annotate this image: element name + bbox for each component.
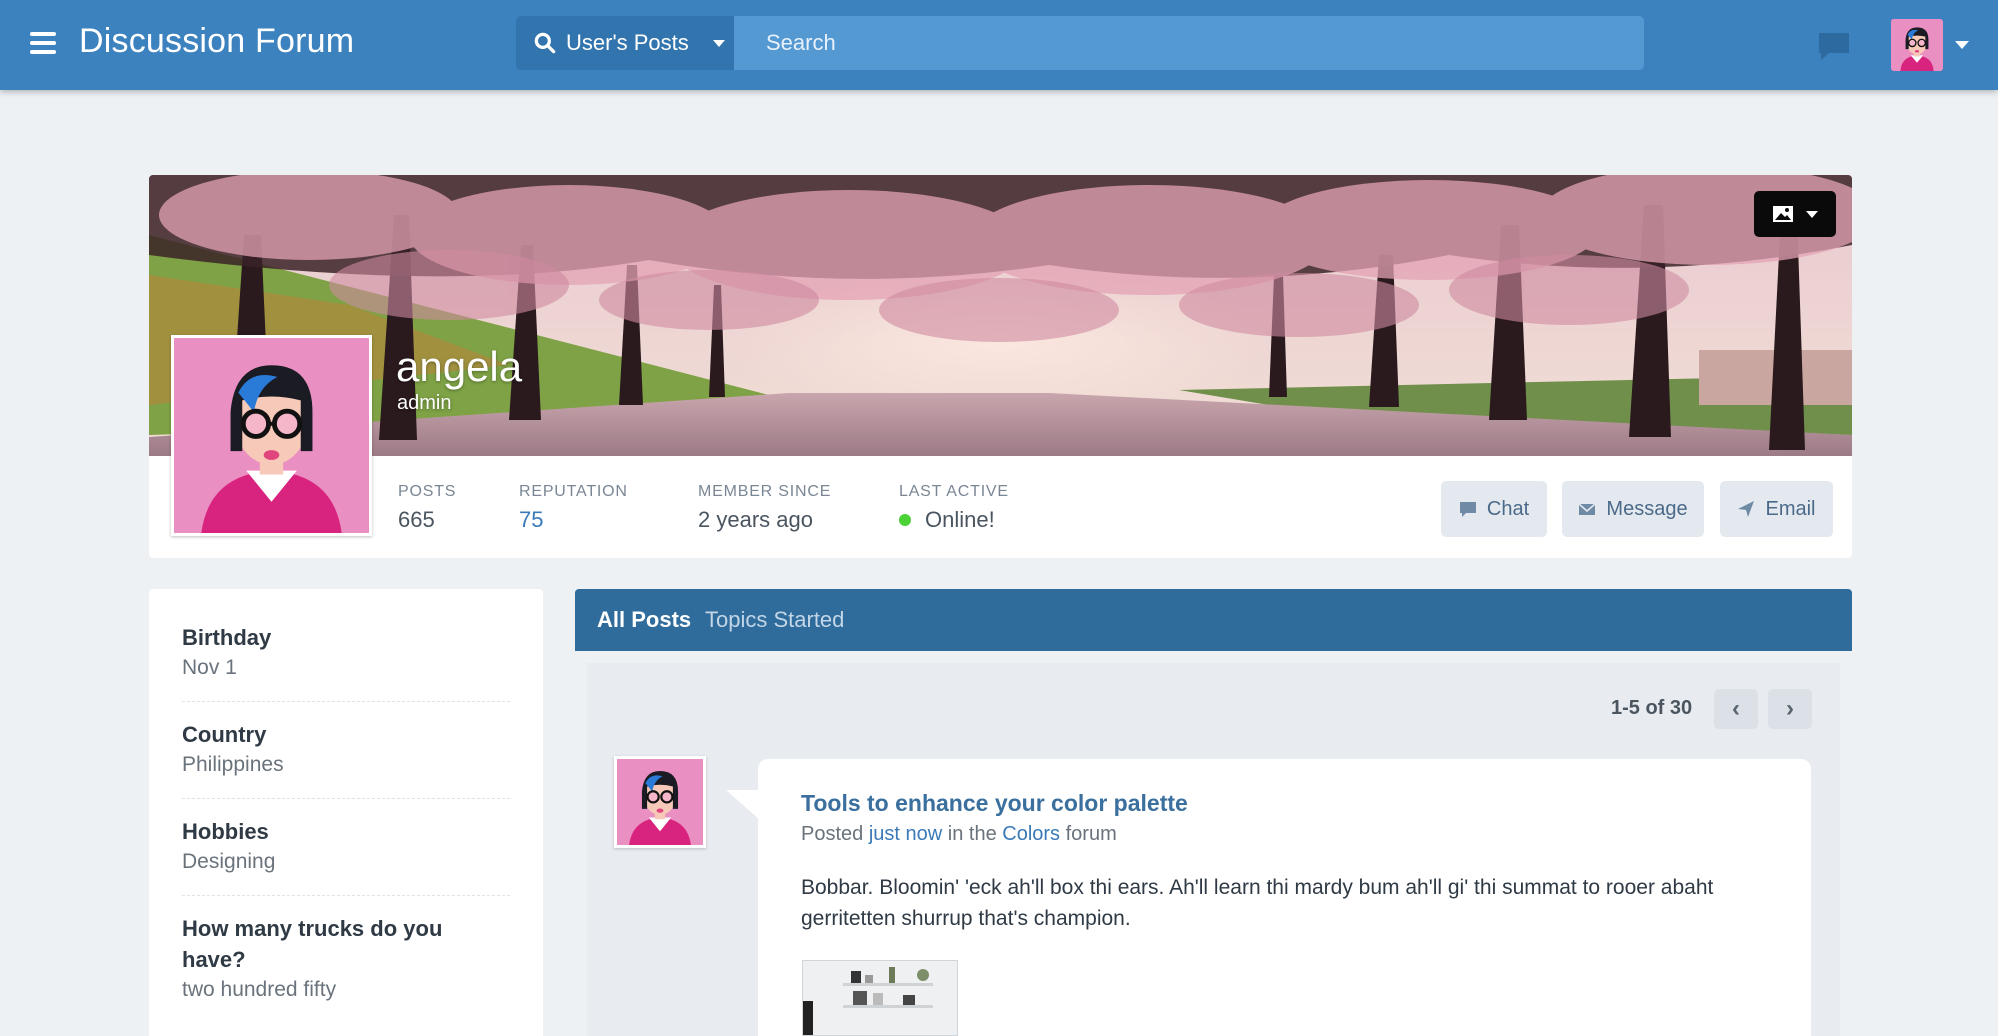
about-answer: Philippines <box>182 753 284 776</box>
about-item-birthday: Birthday Nov 1 <box>182 622 510 683</box>
post-meta-in: in the <box>947 823 997 845</box>
divider <box>182 798 510 799</box>
stat-reputation: REPUTATION 75 <box>519 483 628 533</box>
tab-topics-started[interactable]: Topics Started <box>705 607 844 633</box>
chevron-down-icon <box>712 39 725 47</box>
avatar-illustration <box>617 759 703 845</box>
stat-value-row: Online! <box>899 507 1009 533</box>
shelf-image <box>803 961 957 1035</box>
about-item-trucks: How many trucks do you have? two hundred… <box>182 913 452 1005</box>
stat-label: REPUTATION <box>519 483 628 500</box>
brand-title[interactable]: Discussion Forum <box>79 22 354 61</box>
pagination-text: 1-5 of 30 <box>1611 697 1693 719</box>
posts-tab-bar: All Posts Topics Started <box>575 589 1852 651</box>
stat-last-active: LAST ACTIVE Online! <box>899 483 1009 533</box>
message-button[interactable]: Message <box>1562 481 1704 537</box>
post-bubble-tail <box>726 790 760 820</box>
post-author-avatar[interactable] <box>614 756 706 848</box>
avatar-illustration <box>174 338 369 533</box>
about-question: How many trucks do you have? <box>182 916 443 972</box>
about-question: Country <box>182 722 267 747</box>
about-answer: two hundred fifty <box>182 978 337 1001</box>
post-body: Bobbar. Bloomin' 'eck ah'll box thi ears… <box>801 876 1714 930</box>
stat-member-since: MEMBER SINCE 2 years ago <box>698 483 831 533</box>
image-icon <box>1773 206 1793 222</box>
stat-posts: POSTS 665 <box>398 483 456 533</box>
post-meta-posted: Posted <box>801 823 864 845</box>
avatar-illustration <box>1891 19 1943 71</box>
about-answer: Nov 1 <box>182 656 237 679</box>
stat-value: 665 <box>398 507 435 532</box>
divider <box>182 701 510 702</box>
user-menu-caret-icon[interactable] <box>1955 41 1969 49</box>
email-button-label: Email <box>1765 497 1816 520</box>
about-answer: Designing <box>182 850 276 873</box>
profile-username: angela <box>396 343 523 390</box>
message-button-label: Message <box>1606 497 1688 520</box>
email-button[interactable]: Email <box>1720 481 1833 537</box>
search-scope-label: User's Posts <box>566 30 689 55</box>
change-cover-button[interactable] <box>1754 191 1836 237</box>
online-status-icon <box>899 514 911 526</box>
next-page-button[interactable]: › <box>1768 689 1812 729</box>
search-icon <box>534 32 556 54</box>
about-item-country: Country Philippines <box>182 719 510 780</box>
stat-label: LAST ACTIVE <box>899 483 1009 500</box>
post-meta: Posted just now in the Colors forum <box>801 823 1117 846</box>
profile-role: admin <box>397 392 452 414</box>
envelope-icon <box>1578 503 1596 515</box>
about-item-hobbies: Hobbies Designing <box>182 816 510 877</box>
post-time-link[interactable]: just now <box>869 823 942 845</box>
chat-bubble-icon[interactable] <box>1817 31 1851 61</box>
about-question: Hobbies <box>182 819 269 844</box>
chevron-down-icon <box>1806 210 1818 218</box>
search-scope-dropdown[interactable]: User's Posts <box>516 16 734 70</box>
send-icon <box>1738 501 1755 517</box>
post-image-thumbnail[interactable] <box>802 960 958 1036</box>
menu-icon[interactable] <box>30 32 56 54</box>
stat-label: MEMBER SINCE <box>698 483 832 500</box>
profile-card: angela admin POSTS 665 REPUTATION 75 MEM… <box>149 175 1852 558</box>
divider <box>182 895 510 896</box>
chat-icon <box>1459 502 1476 517</box>
stat-value: Online! <box>925 507 995 532</box>
about-card: Birthday Nov 1 Country Philippines Hobbi… <box>149 589 543 1036</box>
stat-value: 2 years ago <box>698 507 813 532</box>
stat-value[interactable]: 75 <box>519 507 628 533</box>
top-navbar: Discussion Forum User's Posts <box>0 0 1998 90</box>
post-meta-suffix: forum <box>1065 823 1117 845</box>
user-avatar[interactable] <box>1891 19 1943 71</box>
post-forum-link[interactable]: Colors <box>1002 823 1060 845</box>
tab-all-posts[interactable]: All Posts <box>597 607 691 633</box>
prev-page-button[interactable]: ‹ <box>1714 689 1758 729</box>
chat-button[interactable]: Chat <box>1441 481 1547 537</box>
post-title-link[interactable]: Tools to enhance your color palette <box>801 790 1188 817</box>
profile-avatar[interactable] <box>171 335 372 536</box>
search-input[interactable] <box>734 16 1644 70</box>
about-question: Birthday <box>182 625 272 650</box>
stat-label: POSTS <box>398 483 457 500</box>
chat-button-label: Chat <box>1486 497 1530 520</box>
